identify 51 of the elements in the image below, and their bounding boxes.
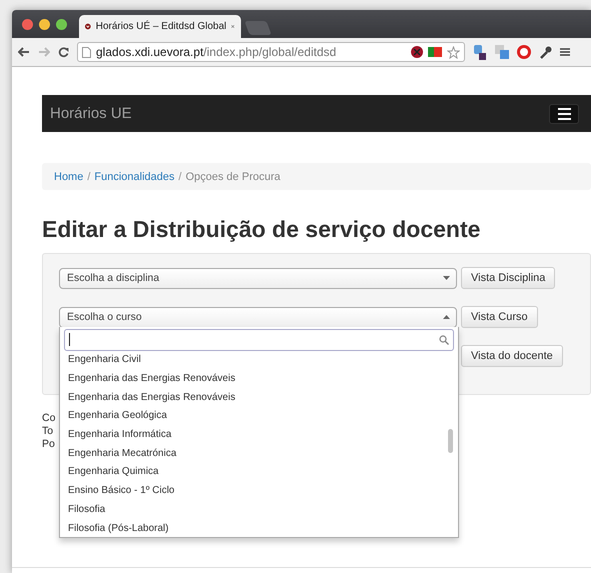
extension-icon[interactable] xyxy=(473,44,487,60)
select-field[interactable]: Escolha o curso xyxy=(59,306,457,328)
dropdown-option[interactable]: Engenharia das Energias Renováveis xyxy=(60,388,448,407)
close-tab-icon[interactable] xyxy=(231,23,235,30)
footer-text: Po xyxy=(42,438,55,451)
blocked-icon[interactable] xyxy=(411,46,423,58)
url-path: /index.php/global/editdsd xyxy=(203,45,338,59)
dropdown-option[interactable]: Ensino Básico - 1º Ciclo xyxy=(60,481,448,500)
search-icon xyxy=(439,334,449,344)
translate-icon[interactable] xyxy=(495,45,509,59)
stop-icon[interactable] xyxy=(517,45,531,59)
footer-text: Co xyxy=(42,412,56,425)
reload-icon[interactable] xyxy=(58,46,69,58)
dropdown-option[interactable]: Engenharia Informática xyxy=(60,425,448,444)
search-field[interactable] xyxy=(64,328,454,350)
breadcrumb-separator: / xyxy=(87,170,90,182)
view-button[interactable]: Vista Curso xyxy=(461,306,538,328)
dropdown-option[interactable]: Filosofia xyxy=(60,500,448,519)
star-icon[interactable] xyxy=(447,46,460,58)
dropdown-option[interactable]: Engenharia Geológica xyxy=(60,406,448,426)
maximize-window-button[interactable] xyxy=(56,18,67,30)
footer-text: To xyxy=(42,425,54,438)
menu-icon[interactable] xyxy=(560,47,570,57)
dropdown-option[interactable]: Engenharia Mecatrónica xyxy=(60,444,448,463)
address-bar[interactable]: glados.xdi.uevora.pt/index.php/global/editdsd xyxy=(77,42,465,62)
view-button[interactable]: Vista Disciplina xyxy=(461,267,556,289)
dropdown-option[interactable]: Engenharia Quimica xyxy=(60,462,448,482)
down-caret-icon xyxy=(443,276,450,280)
close-window-button[interactable] xyxy=(22,18,33,30)
dropdown-option[interactable]: Engenharia Civil xyxy=(60,350,448,370)
navbar-brand[interactable]: Horários UE xyxy=(50,105,132,122)
breadcrumb-link[interactable]: Funcionalidades xyxy=(94,170,175,182)
dropdown-option[interactable]: Filosofia (Pós-Laboral) xyxy=(60,518,448,538)
site-favicon-icon xyxy=(85,21,91,32)
browser-tab[interactable]: Horários UÉ – Editdsd Global xyxy=(79,15,241,38)
url-host: glados.xdi.uevora.pt xyxy=(96,45,204,59)
back-icon[interactable] xyxy=(18,47,30,57)
view-button[interactable]: Vista do docente xyxy=(461,345,563,367)
scrollbar-thumb[interactable] xyxy=(448,428,453,452)
select-field[interactable]: Escolha a disciplina xyxy=(59,268,457,288)
breadcrumb-link[interactable]: Home xyxy=(54,170,84,182)
page-heading: Editar a Distribuição de serviço docente xyxy=(42,215,482,244)
breadcrumb-separator: / xyxy=(178,170,182,182)
wrench-icon[interactable] xyxy=(539,46,552,58)
dropdown-option[interactable]: Engenharia das Energias Renováveis xyxy=(60,369,448,388)
minimize-window-button[interactable] xyxy=(39,18,50,30)
breadcrumb-current: Opçoes de Procura xyxy=(186,170,280,182)
menu-button[interactable] xyxy=(549,104,579,124)
up-caret-icon xyxy=(443,315,450,319)
tab-title: Horários UÉ – Editdsd Global xyxy=(96,21,226,32)
page-icon xyxy=(82,46,91,58)
